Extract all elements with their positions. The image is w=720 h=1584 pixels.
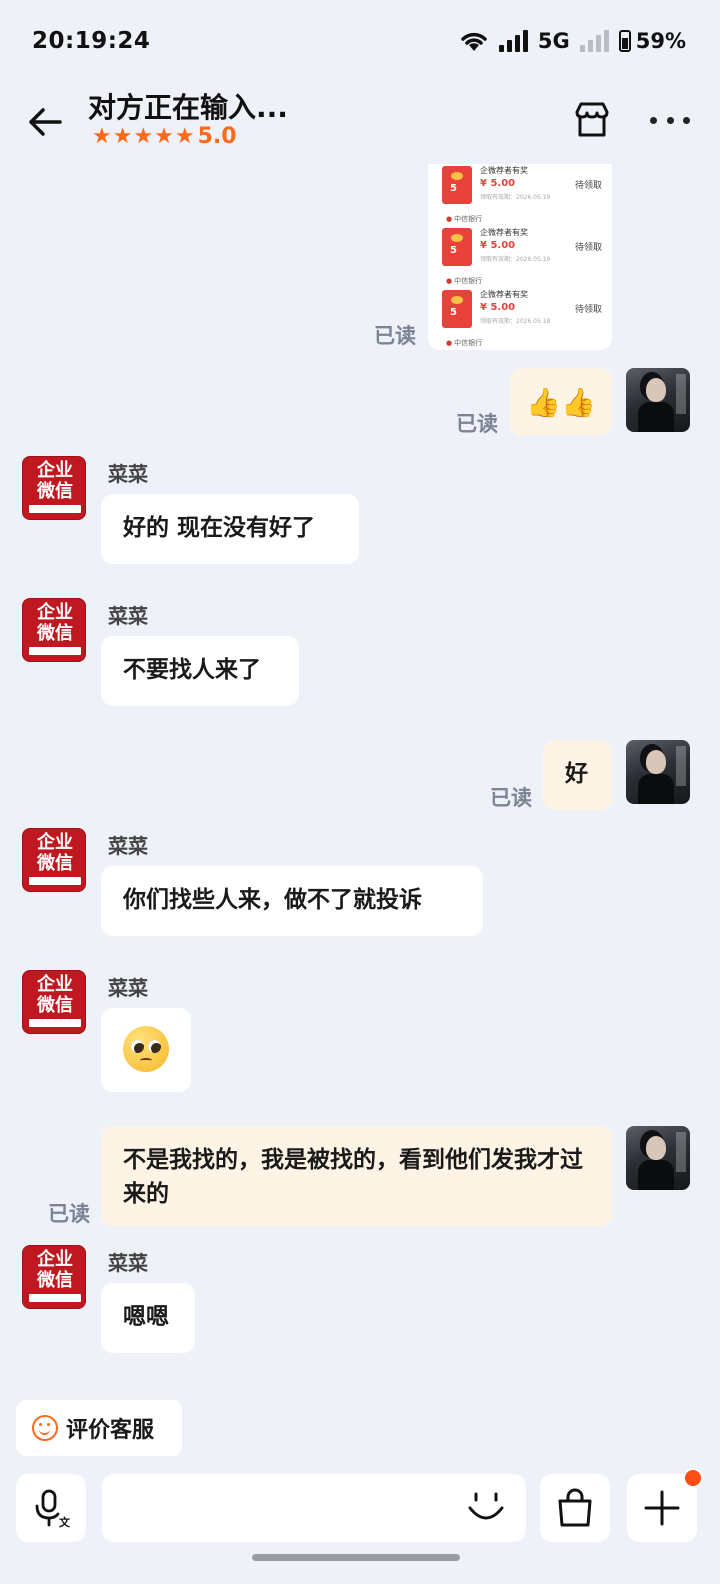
shop-button[interactable] bbox=[540, 1474, 610, 1542]
thumbs-up-emoji-message[interactable]: 👍👍 bbox=[510, 368, 612, 436]
plus-icon bbox=[644, 1490, 680, 1526]
contact-name: 菜菜 bbox=[108, 462, 148, 486]
my-avatar[interactable] bbox=[626, 740, 690, 804]
read-receipt: 已读 bbox=[456, 412, 498, 436]
message-bubble[interactable]: 你们找些人来，做不了就投诉 bbox=[101, 866, 483, 936]
back-button[interactable] bbox=[26, 102, 66, 142]
my-avatar[interactable] bbox=[626, 1126, 690, 1190]
store-icon bbox=[575, 102, 609, 137]
chat-messages[interactable]: 已读 5 企微荐者有奖 ¥ 5.00 领取有效期：2026.05.19 待领取 … bbox=[0, 164, 720, 1400]
store-button[interactable] bbox=[572, 100, 612, 140]
contact-name: 菜菜 bbox=[108, 1251, 148, 1275]
red-packet-item: 5 企微荐者有奖 ¥ 5.00 领取有效期：2026.05.19 待领取 中信银… bbox=[442, 228, 602, 285]
rate-service-label: 评价客服 bbox=[66, 1418, 155, 1443]
smile-icon bbox=[32, 1415, 58, 1441]
my-message-bubble[interactable]: 好 bbox=[543, 740, 612, 810]
chat-title: 对方正在输入... bbox=[88, 91, 288, 124]
contact-avatar[interactable]: 企业 微信 bbox=[22, 970, 86, 1034]
emoji-button[interactable] bbox=[466, 1488, 506, 1528]
red-envelope-icon bbox=[442, 228, 472, 266]
network-type: 5G bbox=[537, 29, 570, 53]
status-time: 20:19:24 bbox=[32, 28, 151, 54]
rate-service-button[interactable]: 评价客服 bbox=[16, 1400, 182, 1456]
red-envelope-icon bbox=[442, 166, 472, 204]
signal-icon bbox=[498, 30, 528, 52]
chat-header: 对方正在输入... ★★★★★ 5.0 bbox=[0, 82, 720, 164]
arrow-left-icon bbox=[29, 108, 62, 136]
contact-avatar[interactable]: 企业 微信 bbox=[22, 828, 86, 892]
contact-name: 菜菜 bbox=[108, 604, 148, 628]
battery-percent: 59% bbox=[635, 29, 686, 53]
more-options-button[interactable] bbox=[650, 110, 690, 130]
emoji-message-bubble[interactable] bbox=[101, 1008, 191, 1092]
contact-avatar[interactable]: 企业 微信 bbox=[22, 456, 86, 520]
contact-name: 菜菜 bbox=[108, 976, 148, 1000]
wifi-icon bbox=[461, 32, 487, 51]
voice-input-icon: 文 bbox=[35, 1489, 71, 1528]
notification-dot bbox=[683, 1468, 703, 1488]
battery-icon bbox=[618, 30, 631, 52]
shopping-bag-icon bbox=[558, 1488, 592, 1527]
more-dot-icon bbox=[650, 116, 657, 124]
emoji-icon bbox=[468, 1492, 504, 1520]
contact-avatar[interactable]: 企业 微信 bbox=[22, 598, 86, 662]
rating-score: 5.0 bbox=[197, 124, 237, 149]
read-receipt: 已读 bbox=[490, 786, 532, 810]
input-bar: 文 bbox=[0, 1468, 720, 1584]
message-bubble[interactable]: 不要找人来了 bbox=[101, 636, 299, 706]
read-receipt: 已读 bbox=[374, 324, 416, 348]
red-packet-item: 5 企微荐者有奖 ¥ 5.00 领取有效期：2026.05.18 待领取 中信银… bbox=[442, 290, 602, 347]
star-icons: ★★★★★ bbox=[92, 124, 196, 149]
image-message[interactable]: 5 企微荐者有奖 ¥ 5.00 领取有效期：2026.05.19 待领取 中信银… bbox=[428, 164, 612, 350]
svg-text:文: 文 bbox=[59, 1515, 71, 1528]
battery-indicator: 59% bbox=[618, 29, 686, 53]
more-dot-icon bbox=[666, 116, 674, 124]
contact-avatar[interactable]: 企业 微信 bbox=[22, 1245, 86, 1309]
voice-input-button[interactable]: 文 bbox=[16, 1474, 86, 1542]
rating: ★★★★★ 5.0 bbox=[92, 124, 237, 149]
more-dot-icon bbox=[683, 116, 690, 124]
message-input-box[interactable] bbox=[102, 1474, 526, 1542]
red-envelope-icon bbox=[442, 290, 472, 328]
my-message-bubble[interactable]: 不是我找的，我是被找的，看到他们发我才过来的 bbox=[101, 1126, 612, 1226]
message-input[interactable] bbox=[102, 1474, 442, 1542]
my-avatar[interactable] bbox=[626, 368, 690, 432]
contact-name: 菜菜 bbox=[108, 834, 148, 858]
status-icons: 5G 59% bbox=[459, 29, 686, 53]
signal-secondary-icon bbox=[579, 30, 609, 52]
status-bar: 20:19:24 5G 59% bbox=[0, 0, 720, 82]
pleading-face-icon bbox=[123, 1026, 169, 1072]
red-packet-item: 5 企微荐者有奖 ¥ 5.00 领取有效期：2026.05.19 待领取 中信银… bbox=[442, 166, 602, 223]
message-bubble[interactable]: 嗯嗯 bbox=[101, 1283, 195, 1353]
read-receipt: 已读 bbox=[48, 1202, 90, 1226]
message-bubble[interactable]: 好的 现在没有好了 bbox=[101, 494, 359, 564]
more-actions-button[interactable] bbox=[627, 1468, 703, 1542]
home-indicator[interactable] bbox=[252, 1554, 460, 1561]
